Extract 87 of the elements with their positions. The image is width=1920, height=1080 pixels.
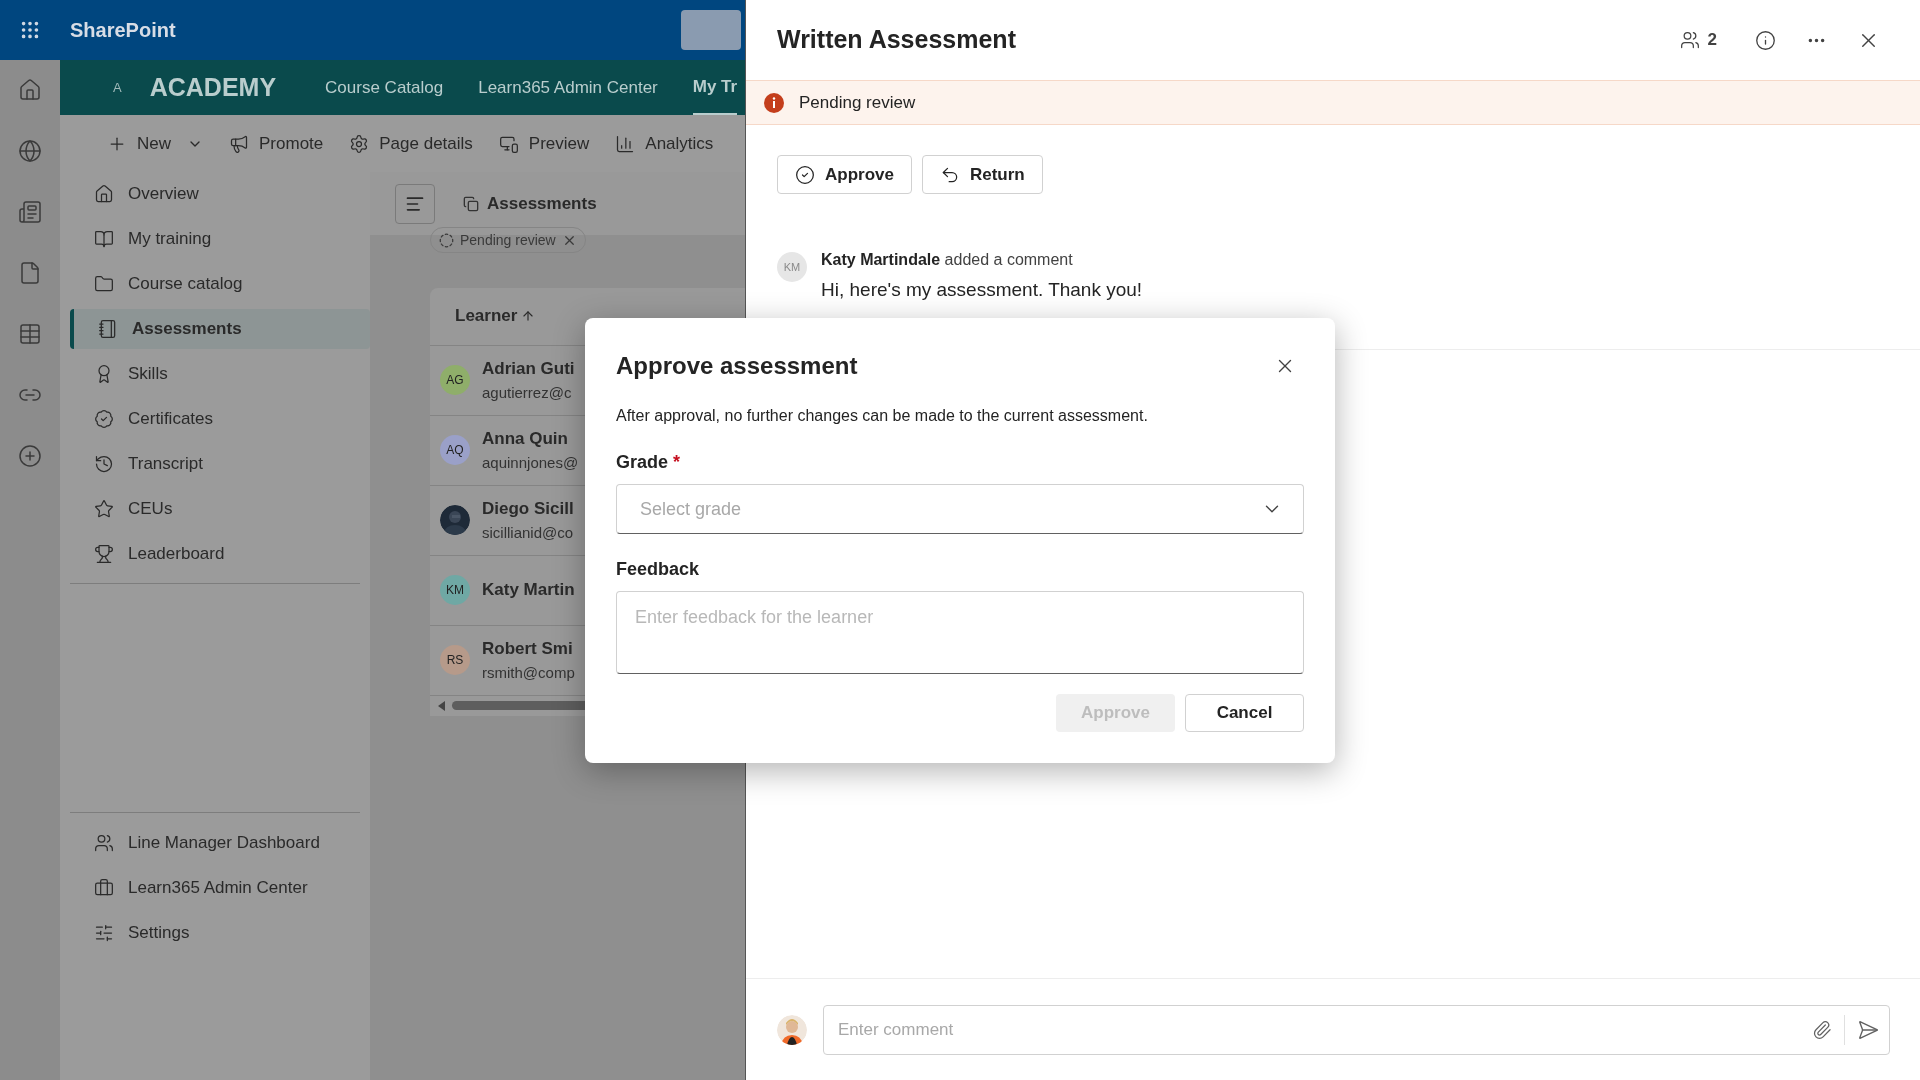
news-icon[interactable] (18, 200, 42, 224)
app-title: SharePoint (70, 18, 176, 43)
approve-button[interactable]: Approve (777, 155, 912, 194)
comment-field[interactable]: Enter comment (838, 1016, 1812, 1043)
status-text: Pending review (799, 91, 916, 114)
learner-name: Adrian Guti (482, 358, 575, 380)
field-label: Feedback (616, 558, 701, 581)
learner-email: aquinnjones@ (482, 452, 579, 473)
folder-icon (94, 274, 114, 294)
command-button[interactable]: New (107, 130, 203, 157)
sidebar-item[interactable]: CEUs (70, 489, 370, 529)
avatar: KM (777, 252, 807, 282)
notebook-icon (98, 319, 118, 339)
avatar: AG (440, 365, 470, 395)
learner-email: rsmith@comp (482, 662, 575, 683)
history-icon (94, 454, 114, 474)
badge-icon (94, 409, 114, 429)
learner-name: Diego Sicill (482, 498, 574, 520)
site-title: ACADEMY (149, 71, 277, 103)
search-box[interactable] (680, 10, 741, 50)
pending-icon (439, 232, 454, 248)
sidebar-item[interactable]: Course catalog (70, 264, 370, 304)
panel-title: Written Assessment (777, 24, 1016, 56)
send-icon[interactable] (1857, 1018, 1879, 1041)
sidebar-item[interactable]: My training (70, 219, 370, 259)
field-label: Grade * (616, 451, 682, 474)
page-title: Assessments (487, 192, 597, 215)
trophy-icon (94, 544, 114, 564)
chart-icon (615, 133, 636, 154)
settings-icon (349, 133, 370, 154)
learner-email: agutierrez@c (482, 382, 573, 403)
check-circle-icon (795, 164, 815, 185)
learner-name: Anna Quin (482, 428, 569, 450)
site-nav-link[interactable]: Course Catalog (325, 60, 444, 115)
sort-up-icon (521, 309, 536, 323)
sidebar-item[interactable]: Line Manager Dashboard (70, 823, 370, 863)
page-icon (463, 195, 479, 212)
megaphone-icon (229, 133, 249, 154)
globe-icon[interactable] (18, 139, 42, 163)
file-icon[interactable] (18, 261, 42, 285)
people-icon (94, 833, 114, 853)
home-icon (94, 184, 114, 204)
return-button[interactable]: Return (921, 155, 1043, 194)
sidebar-item[interactable]: Certificates (70, 399, 370, 439)
site-nav-link[interactable]: My Tr (692, 60, 738, 115)
avatar: KM (440, 575, 470, 605)
learner-name: Katy Martin (482, 579, 575, 602)
column-header[interactable]: Learner (455, 303, 536, 329)
sliders-icon (94, 923, 114, 943)
comment-text: Hi, here's my assessment. Thank you! (821, 278, 1143, 302)
sidebar-item[interactable]: Assessments (70, 309, 370, 349)
sidebar-item[interactable]: Learn365 Admin Center (70, 868, 370, 908)
command-button[interactable]: Promote (229, 130, 324, 157)
menu-button[interactable] (395, 183, 435, 224)
comment-box[interactable]: Enter comment (823, 1004, 1890, 1055)
command-button[interactable]: Preview (498, 130, 590, 157)
feedback-field[interactable]: Enter feedback for the learner (616, 591, 1304, 674)
info-icon (764, 92, 784, 113)
command-button[interactable]: Analytics (615, 130, 714, 157)
attach-icon[interactable] (1812, 1019, 1832, 1040)
book-icon (94, 229, 114, 249)
participants-button[interactable]: 2 (1679, 27, 1717, 53)
briefcase-icon (94, 878, 114, 898)
dialog-description: After approval, no further changes can be made to the current assessment. (616, 406, 1149, 426)
site-logo: A (113, 78, 122, 97)
add-icon[interactable] (18, 444, 42, 468)
comment-meta: Katy Martindale added a comment (821, 250, 1074, 270)
dialog-title: Approve assessment (616, 351, 858, 381)
sidebar-item[interactable]: Settings (70, 913, 370, 953)
sidebar-item[interactable]: Leaderboard (70, 534, 370, 574)
cancel-button[interactable]: Cancel (1185, 694, 1304, 732)
app-launcher-icon[interactable] (19, 19, 41, 41)
learner-name: Robert Smi (482, 638, 574, 660)
sidebar-item[interactable]: Overview (70, 174, 370, 214)
command-button[interactable]: Page details (349, 130, 473, 157)
list-icon[interactable] (18, 322, 42, 346)
sidebar-item[interactable]: Transcript (70, 444, 370, 484)
sidebar-item[interactable]: Skills (70, 354, 370, 394)
site-nav-link[interactable]: Learn365 Admin Center (478, 60, 658, 115)
info-icon[interactable] (1755, 29, 1776, 51)
scroll-left-icon (438, 700, 446, 711)
avatar: AQ (440, 435, 470, 465)
avatar: RS (440, 645, 470, 675)
star-icon (94, 499, 114, 519)
home-icon[interactable] (18, 78, 42, 102)
people-icon (1679, 30, 1700, 50)
learner-email: sicillianid@co (482, 522, 574, 543)
